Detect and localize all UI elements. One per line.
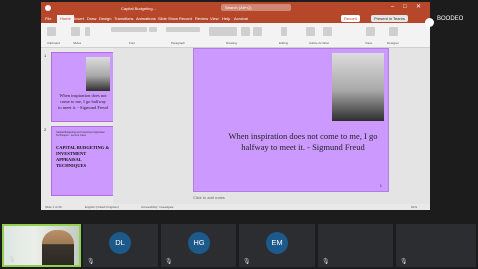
status-bar: Slide 1 of 29 English (United Kingdom) A… (41, 204, 430, 210)
self-video-tile[interactable]: 🎙︎ (2, 224, 81, 267)
tab-animations[interactable]: Animations (136, 16, 156, 21)
tab-transitions[interactable]: Transitions (114, 16, 133, 21)
slide-editor: When inspiration does not come to me, I … (113, 48, 430, 204)
layout-icon[interactable] (85, 27, 90, 36)
group-designer: Designer (387, 41, 400, 45)
freud-portrait (332, 53, 384, 121)
create-pdf-share-icon[interactable] (323, 27, 332, 36)
presenter-name: BOODEO (437, 16, 464, 22)
slide-thumbnail-number: 1 (44, 53, 47, 58)
group-slides: Slides (73, 41, 82, 45)
participant-avatar: DL (109, 232, 131, 254)
title-bar: Capital Budgeting... Search (Alt+Q) – □ … (41, 2, 430, 14)
status-slide-count: Slide 1 of 29 (45, 205, 62, 209)
ribbon-tabs: File Home Insert Draw Design Transitions… (41, 14, 430, 23)
slide-number: 1 (379, 183, 382, 188)
new-slide-icon[interactable] (71, 27, 80, 36)
present-in-teams-button[interactable]: Present in Teams (371, 15, 408, 22)
participant-video (42, 230, 74, 265)
powerpoint-window: Capital Budgeting... Search (Alt+Q) – □ … (41, 2, 430, 210)
font-name-select[interactable] (111, 27, 147, 32)
participant-tile[interactable]: DL 🎙︎ (83, 224, 158, 267)
tab-design[interactable]: Design (99, 16, 111, 21)
participant-avatar: EM (266, 232, 288, 254)
designer-icon[interactable] (389, 27, 398, 36)
group-voice: Voice (365, 41, 373, 45)
minimize-icon[interactable]: – (391, 4, 394, 11)
shapes-gallery[interactable] (209, 27, 237, 36)
tab-view[interactable]: View (210, 16, 219, 21)
group-editing: Editing (279, 41, 289, 45)
group-adobe-acrobat: Adobe Acrobat (309, 41, 329, 45)
thumbnail-small-text: Capital Budgeting and Investment Apprais… (56, 131, 105, 137)
participant-tile[interactable]: EM 🎙︎ (239, 224, 315, 267)
powerpoint-logo-icon (45, 5, 51, 11)
mic-muted-icon: 🎙︎ (165, 259, 173, 265)
status-zoom[interactable]: 91% (411, 205, 417, 209)
search-input[interactable]: Search (Alt+Q) (221, 4, 291, 11)
tab-file[interactable]: File (45, 16, 51, 21)
document-title: Capital Budgeting... (121, 6, 156, 11)
thumbnail-title: CAPITAL BUDGETING & INVESTMENT APPRAISAL… (56, 145, 110, 168)
close-icon[interactable]: ✕ (416, 4, 421, 11)
tab-review[interactable]: Review (195, 16, 208, 21)
participant-tile[interactable]: HG 🎙︎ (161, 224, 236, 267)
paste-icon[interactable] (47, 27, 56, 36)
paragraph-controls[interactable] (166, 27, 200, 32)
notes-field[interactable]: Click to add notes (193, 195, 225, 200)
group-font: Font (129, 41, 136, 45)
slide-quote[interactable]: When inspiration does not come to me, I … (228, 131, 378, 153)
mic-muted-icon: 🎙︎ (87, 259, 95, 265)
main-slide[interactable]: When inspiration does not come to me, I … (193, 48, 389, 192)
freud-portrait-thumbnail (86, 57, 110, 91)
presenter-avatar (425, 18, 434, 27)
record-button[interactable]: Record (341, 15, 360, 22)
participant-tile[interactable]: 🎙︎ (396, 224, 476, 267)
dictate-icon[interactable] (366, 27, 375, 36)
mic-muted-icon: 🎙︎ (243, 259, 251, 265)
status-accessibility[interactable]: Accessibility: Investigate (141, 205, 174, 209)
group-paragraph: Paragraph (171, 41, 186, 45)
mic-muted-icon: 🎙︎ (8, 257, 16, 263)
participant-avatar: HG (188, 232, 210, 254)
create-pdf-icon[interactable] (306, 27, 315, 36)
font-size-select[interactable] (149, 27, 157, 32)
slide-thumbnail-number: 2 (44, 127, 47, 132)
tab-draw[interactable]: Draw (87, 16, 96, 21)
group-drawing: Drawing (226, 41, 238, 45)
maximize-icon[interactable]: □ (403, 4, 407, 11)
arrange-icon[interactable] (241, 27, 250, 36)
tab-insert[interactable]: Insert (74, 16, 84, 21)
slide-thumbnail-2[interactable]: 2 Capital Budgeting and Investment Appra… (44, 126, 115, 196)
tab-acrobat[interactable]: Acrobat (234, 16, 248, 21)
quick-styles-icon[interactable] (253, 27, 262, 36)
find-icon[interactable] (281, 27, 287, 36)
thumbnail-quote: When inspiration does not come to me, I … (58, 93, 108, 110)
mic-muted-icon: 🎙︎ (400, 259, 408, 265)
ribbon: Clipboard Slides Font Paragraph Drawing … (41, 23, 430, 48)
mic-muted-icon: 🎙︎ (322, 259, 330, 265)
slide-thumbnail-1[interactable]: 1 When inspiration does not come to me, … (44, 52, 115, 122)
status-language[interactable]: English (United Kingdom) (85, 205, 119, 209)
tab-record[interactable]: Record (179, 16, 192, 21)
participant-tile[interactable]: 🎙︎ (318, 224, 393, 267)
tab-help[interactable]: Help (222, 16, 230, 21)
tab-slide-show[interactable]: Slide Show (158, 16, 178, 21)
tab-home[interactable]: Home (57, 15, 74, 23)
slide-thumbnails-pane: 1 When inspiration does not come to me, … (41, 48, 115, 204)
group-clipboard: Clipboard (47, 41, 60, 45)
